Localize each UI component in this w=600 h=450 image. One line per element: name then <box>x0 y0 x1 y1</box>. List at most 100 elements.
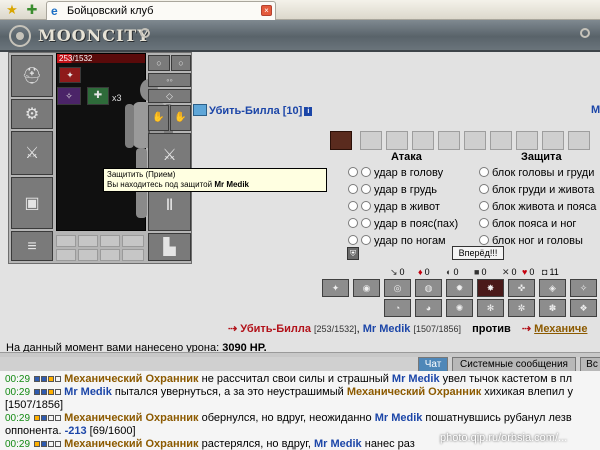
defense-icon: ◘ <box>542 267 548 277</box>
trick-button[interactable]: ✹ <box>446 279 473 297</box>
boots-slot[interactable]: ▙ <box>148 233 191 261</box>
trick-button[interactable]: ◉ <box>353 279 380 297</box>
trick-button[interactable]: ✧ <box>570 279 597 297</box>
active-scroll-slot[interactable] <box>330 131 352 150</box>
tab-system-messages[interactable]: Системные сообщения <box>452 357 576 371</box>
trick-button[interactable]: ❖ <box>570 299 597 317</box>
sword-icon: ⚔ <box>24 145 40 162</box>
protect-tooltip: Защитить (Прием) Вы находитесь под защит… <box>103 168 327 192</box>
attack-option[interactable]: удар в грудь <box>348 184 437 201</box>
scroll-slot[interactable] <box>386 131 408 150</box>
defense-option[interactable]: блок груди и живота <box>479 184 594 201</box>
belt-slot[interactable]: ≡ <box>11 231 53 261</box>
radio-icon[interactable] <box>479 201 489 211</box>
empty-slot[interactable] <box>122 249 144 261</box>
helmet-slot[interactable]: ⛑ <box>11 55 53 97</box>
trick-button[interactable]: ◍ <box>415 279 442 297</box>
radio-icon[interactable] <box>361 167 371 177</box>
trick-button[interactable]: ◎ <box>384 279 411 297</box>
defense-option[interactable]: блок пояса и ног <box>479 218 576 235</box>
scroll-slot[interactable] <box>568 131 590 150</box>
scroll-slot[interactable] <box>542 131 564 150</box>
defense-title: Защита <box>521 151 562 163</box>
radio-icon[interactable] <box>361 184 371 194</box>
scroll-slot[interactable] <box>412 131 434 150</box>
info-icon[interactable]: i <box>304 107 313 116</box>
radio-icon[interactable] <box>348 184 358 194</box>
gloves-slot[interactable]: ✋ <box>148 105 169 131</box>
attack-option[interactable]: удар по ногам <box>348 235 446 252</box>
trick-button[interactable]: ◕ <box>415 299 442 317</box>
radio-icon[interactable] <box>479 167 489 177</box>
effect-slot[interactable]: ✦ <box>59 67 81 83</box>
tricks-panel: ✦ ◉ ◎ ◍ ✹ ✸ ✜ ◈ ✧ ◔ ◕ ✺ ✻ ✼ ✽ ❖ <box>322 279 600 317</box>
game-header: MOONCITY <box>0 20 600 52</box>
radio-icon[interactable] <box>361 235 371 245</box>
amulet-slot[interactable]: ◇ <box>148 89 191 103</box>
armor-slot[interactable]: ▣ <box>11 177 53 229</box>
radio-icon[interactable] <box>348 218 358 228</box>
opponent-name[interactable]: Убить-Билла [10] i <box>193 104 313 118</box>
weapon-slot[interactable]: ⚔ <box>11 131 53 175</box>
protect-effect-slot[interactable]: ✚ <box>87 87 109 105</box>
radio-icon[interactable] <box>348 235 358 245</box>
empty-slot[interactable] <box>78 249 98 261</box>
browser-tab[interactable]: e Бойцовский клуб × <box>46 1 276 20</box>
defense-option[interactable]: блок живота и пояса <box>479 201 596 218</box>
defense-option[interactable]: блок головы и груди <box>479 167 594 184</box>
favorites-star-icon[interactable]: ★ <box>4 2 20 18</box>
attack-option[interactable]: удар в живот <box>348 201 440 218</box>
attack-option[interactable]: удар в голову <box>348 167 443 184</box>
bracers-slot[interactable]: ⚙ <box>11 99 53 129</box>
radio-icon[interactable] <box>479 218 489 228</box>
radio-icon[interactable] <box>479 235 489 245</box>
game-logo[interactable]: MOONCITY <box>38 26 150 45</box>
trick-button[interactable]: ✦ <box>322 279 349 297</box>
trick-button[interactable]: ✼ <box>508 299 535 317</box>
empty-slot[interactable] <box>100 249 120 261</box>
scroll-slot[interactable] <box>360 131 382 150</box>
trick-button[interactable]: ✻ <box>477 299 504 317</box>
gloves-slot[interactable]: ✋ <box>170 105 191 131</box>
scroll-slot[interactable] <box>516 131 538 150</box>
tab-all[interactable]: Вс <box>580 357 600 371</box>
scroll-slot[interactable] <box>464 131 486 150</box>
trick-button[interactable]: ✽ <box>539 299 566 317</box>
trick-button[interactable]: ◔ <box>384 299 411 317</box>
empty-slot[interactable] <box>122 235 144 247</box>
attack-option[interactable]: удар в пояс(пах) <box>348 218 458 235</box>
shield-small-icon: ■ <box>474 267 480 277</box>
shield-icon[interactable]: ⛨ <box>347 247 359 260</box>
ring-slot[interactable]: ○ <box>148 55 170 71</box>
enemy-name[interactable]: Механиче <box>534 323 587 335</box>
versus-label: против <box>472 323 511 335</box>
empty-slot[interactable] <box>56 249 76 261</box>
scroll-slot[interactable] <box>490 131 512 150</box>
trick-button[interactable]: ✺ <box>446 299 473 317</box>
ring-icon: ○ <box>178 58 184 68</box>
earrings-slot[interactable]: ◦◦ <box>148 73 191 87</box>
ally-name[interactable]: Mr Medik <box>363 323 411 335</box>
radio-icon[interactable] <box>361 218 371 228</box>
add-favorites-icon[interactable]: ✚ <box>24 2 40 18</box>
radio-icon[interactable] <box>348 167 358 177</box>
scroll-slot[interactable] <box>438 131 460 150</box>
forward-button[interactable]: Вперёд!!! <box>452 246 504 260</box>
counter: ♦ 0 <box>418 267 430 277</box>
radio-icon[interactable] <box>479 184 489 194</box>
close-tab-icon[interactable]: × <box>261 5 272 16</box>
empty-slot[interactable] <box>78 235 98 247</box>
empty-slot[interactable] <box>56 235 76 247</box>
left-team-name[interactable]: Убить-Билла <box>240 323 311 335</box>
empty-slot[interactable] <box>100 235 120 247</box>
chat-line: 00:29 Mr Medik пытался увернуться, а за … <box>5 386 573 398</box>
tab-chat[interactable]: Чат <box>418 357 448 371</box>
effect-slot[interactable]: ✧ <box>57 87 81 105</box>
trick-button[interactable]: ✜ <box>508 279 535 297</box>
trick-button[interactable]: ◈ <box>539 279 566 297</box>
radio-icon[interactable] <box>348 201 358 211</box>
ring-slot[interactable]: ○ <box>171 55 191 71</box>
trick-button[interactable]: ✸ <box>477 279 504 297</box>
radio-icon[interactable] <box>361 201 371 211</box>
equipment-panel: ⛑ ⚙ ⚔ ▣ ≡ 253/1532 ✦ ✧ ✚ x3 ○ ○ ◦◦ ◇ ✋ ✋… <box>8 52 192 264</box>
